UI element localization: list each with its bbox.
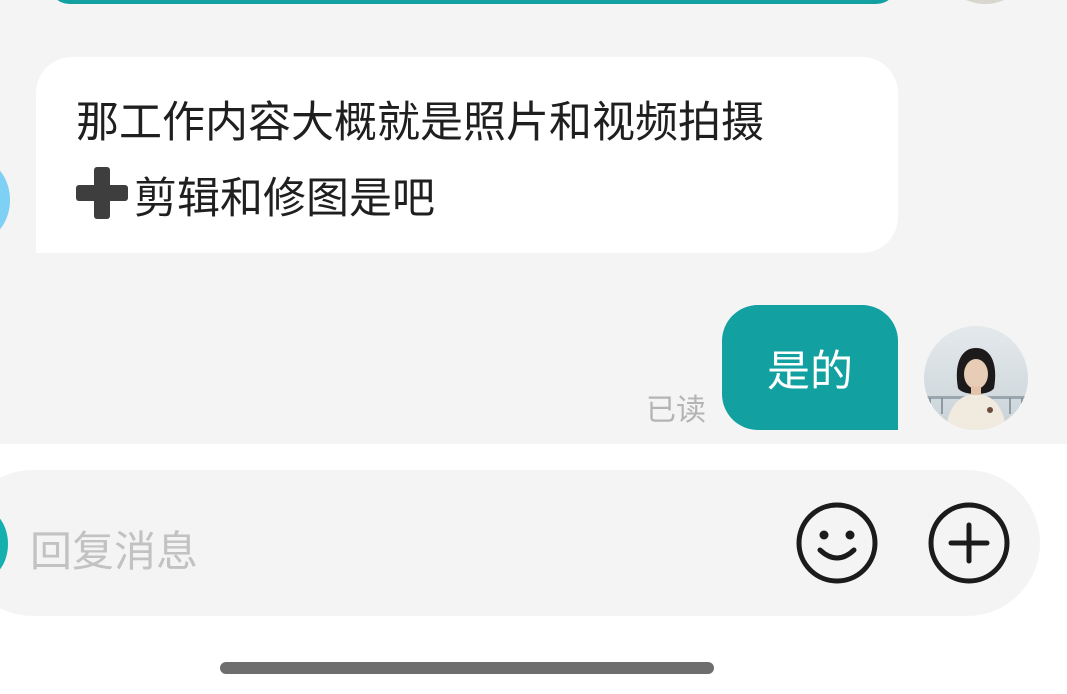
previous-avatar[interactable] [940, 0, 1030, 4]
message-line: 那工作内容大概就是照片和视频拍摄 [76, 98, 764, 148]
home-indicator[interactable] [220, 662, 714, 674]
composer-area: 回复消息 [0, 444, 1067, 694]
chat-area[interactable]: 那工作内容大概就是照片和视频拍摄 剪辑和修图是吧 已读 是的 [0, 0, 1067, 444]
message-line: 剪辑和修图是吧 [134, 174, 435, 224]
read-receipt: 已读 [646, 393, 706, 428]
contact-avatar[interactable] [0, 158, 10, 242]
heavy-plus-emoji-icon [76, 167, 128, 219]
previous-message-bubble[interactable] [48, 0, 898, 4]
plus-circle-icon [928, 502, 1010, 584]
avatar-photo [924, 326, 1028, 430]
incoming-message-bubble[interactable]: 那工作内容大概就是照片和视频拍摄 剪辑和修图是吧 [36, 57, 898, 253]
outgoing-message-bubble[interactable]: 是的 [722, 305, 898, 430]
smiley-icon [796, 502, 878, 584]
message-text: 是的 [767, 346, 853, 397]
emoji-button[interactable] [794, 500, 880, 586]
add-attachment-button[interactable] [926, 500, 1012, 586]
message-line-wrapper: 剪辑和修图是吧 [76, 161, 858, 237]
reply-placeholder: 回复消息 [30, 527, 199, 576]
my-avatar[interactable] [924, 326, 1028, 430]
